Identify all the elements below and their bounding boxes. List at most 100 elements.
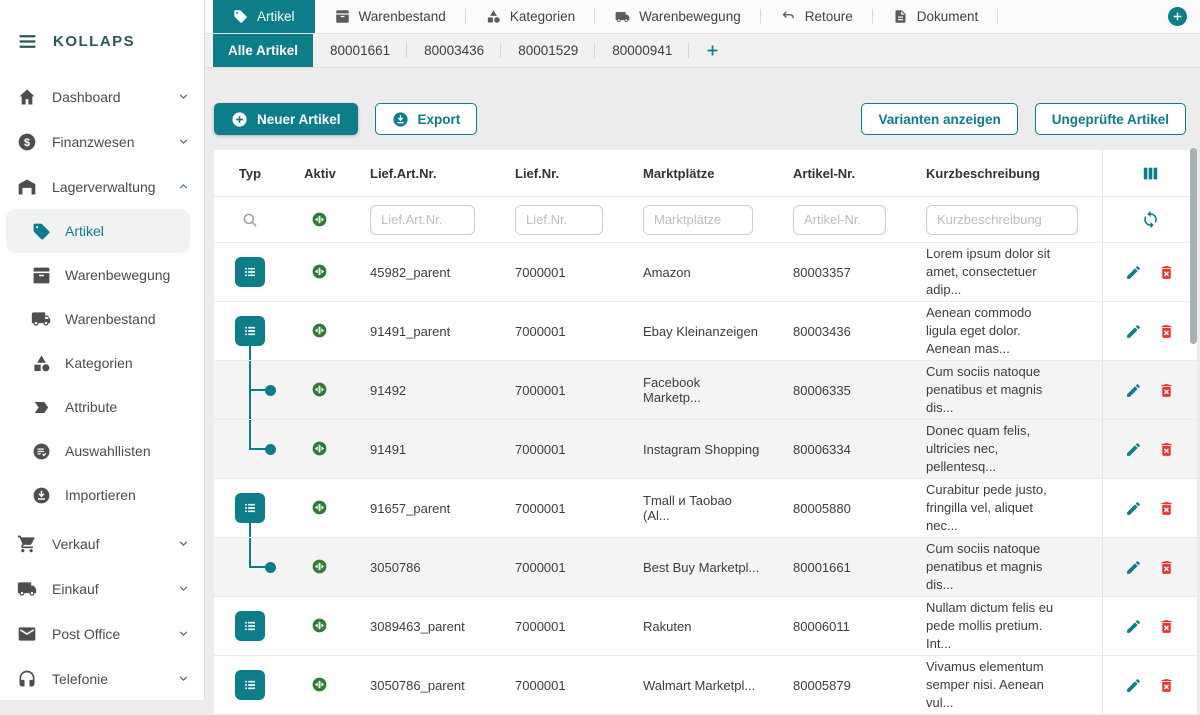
col-header-artikel-nr: Artikel-Nr. bbox=[777, 150, 910, 196]
edit-icon[interactable] bbox=[1125, 677, 1142, 694]
variant-list-icon[interactable] bbox=[235, 316, 265, 346]
variant-list-icon[interactable] bbox=[235, 493, 265, 523]
delete-icon[interactable] bbox=[1158, 559, 1175, 576]
cell-artikel-nr: 80006335 bbox=[777, 361, 910, 419]
edit-icon[interactable] bbox=[1125, 264, 1142, 281]
delete-icon[interactable] bbox=[1158, 382, 1175, 399]
filter-marktplaetze-input[interactable] bbox=[643, 205, 753, 235]
column-settings-icon[interactable] bbox=[1141, 164, 1160, 183]
sidebar-item-post-office[interactable]: Post Office bbox=[0, 611, 204, 656]
unchecked-articles-button[interactable]: Ungeprüfte Artikel bbox=[1035, 103, 1186, 135]
subtab-article-2[interactable]: 80003436 bbox=[407, 34, 501, 67]
filter-artikel-nr-input[interactable] bbox=[793, 205, 886, 235]
vertical-scrollbar-thumb[interactable] bbox=[1190, 148, 1197, 344]
sidebar-item-warenbestand[interactable]: Warenbewegung bbox=[0, 253, 204, 297]
cell-artikel-nr: 80003357 bbox=[777, 243, 910, 301]
module-tabbar: Artikel Warenbestand Kategorien Warenbew… bbox=[205, 0, 1200, 34]
table-row[interactable]: 3050786 7000001 Best Buy Marketpl... 800… bbox=[214, 538, 1197, 597]
sidebar-item-attribute[interactable]: Attribute bbox=[0, 385, 204, 429]
search-icon[interactable] bbox=[241, 211, 259, 229]
table-row[interactable]: 91492 7000001 Facebook Marketp... 800063… bbox=[214, 361, 1197, 420]
delete-icon[interactable] bbox=[1158, 441, 1175, 458]
warehouse-icon bbox=[17, 177, 37, 197]
cell-lief-nr: 7000001 bbox=[499, 597, 627, 655]
return-arrow-icon bbox=[781, 9, 796, 24]
delete-icon[interactable] bbox=[1158, 618, 1175, 635]
tab-kategorien[interactable]: Kategorien bbox=[466, 0, 595, 33]
category-shapes-icon bbox=[486, 9, 501, 24]
subtab-article-3[interactable]: 80001529 bbox=[501, 34, 595, 67]
cell-kurzbeschreibung: Cum sociis natoque penatibus et magnis d… bbox=[910, 538, 1102, 596]
sidebar-item-lagerverwaltung[interactable]: Lagerverwaltung bbox=[0, 164, 204, 209]
edit-icon[interactable] bbox=[1125, 500, 1142, 517]
tab-retoure[interactable]: Retoure bbox=[761, 0, 873, 33]
table-row[interactable]: 91491 7000001 Instagram Shopping 8000633… bbox=[214, 420, 1197, 479]
table-row[interactable]: 91657_parent 7000001 Tmall и Taobao (Al.… bbox=[214, 479, 1197, 538]
refresh-icon[interactable] bbox=[1141, 210, 1160, 229]
active-filter-icon[interactable] bbox=[312, 212, 328, 228]
new-article-button[interactable]: Neuer Artikel bbox=[214, 103, 358, 135]
cell-marktplatz: Ebay Kleinanzeigen bbox=[627, 302, 777, 360]
hamburger-menu-icon[interactable] bbox=[17, 31, 38, 52]
filter-kurzbeschreibung-input[interactable] bbox=[926, 205, 1078, 235]
sidebar-item-dashboard[interactable]: Dashboard bbox=[0, 74, 204, 119]
sidebar-item-importieren[interactable]: Importieren bbox=[0, 473, 204, 517]
sidebar-item-artikel[interactable]: Artikel bbox=[6, 209, 190, 253]
delivery-truck-icon bbox=[17, 579, 37, 599]
sidebar-item-einkauf[interactable]: Einkauf bbox=[0, 566, 204, 611]
cell-marktplatz: Walmart Marketpl... bbox=[627, 656, 777, 714]
cell-lief-art-nr: 3050786 bbox=[354, 538, 499, 596]
tab-warenbestand[interactable]: Warenbestand bbox=[315, 0, 466, 33]
col-header-kurzbeschreibung: Kurzbeschreibung bbox=[910, 150, 1102, 196]
cell-marktplatz: Tmall и Taobao (Al... bbox=[627, 479, 777, 537]
edit-icon[interactable] bbox=[1125, 441, 1142, 458]
edit-icon[interactable] bbox=[1125, 618, 1142, 635]
cell-lief-nr: 7000001 bbox=[499, 538, 627, 596]
delete-icon[interactable] bbox=[1158, 323, 1175, 340]
sidebar-item-telefonie[interactable]: Telefonie bbox=[0, 656, 204, 701]
inventory-box-icon bbox=[31, 265, 51, 285]
edit-icon[interactable] bbox=[1125, 382, 1142, 399]
variant-list-icon[interactable] bbox=[235, 611, 265, 641]
show-variants-button[interactable]: Varianten anzeigen bbox=[861, 103, 1017, 135]
cell-artikel-nr: 80006011 bbox=[777, 597, 910, 655]
truck-icon bbox=[31, 309, 51, 329]
add-subtab-button[interactable] bbox=[689, 34, 736, 67]
subtab-article-1[interactable]: 80001661 bbox=[313, 34, 407, 67]
sidebar-nav: Dashboard $ Finanzwesen Lagerverwaltung … bbox=[0, 74, 204, 701]
active-status-icon bbox=[312, 559, 328, 575]
table-row[interactable]: 45982_parent 7000001 Amazon 80003357 Lor… bbox=[214, 243, 1197, 302]
truck-icon bbox=[615, 9, 630, 24]
filter-lief-nr-input[interactable] bbox=[515, 205, 603, 235]
delete-icon[interactable] bbox=[1158, 500, 1175, 517]
plus-circle-icon bbox=[231, 111, 248, 128]
edit-icon[interactable] bbox=[1125, 323, 1142, 340]
add-tab-button[interactable] bbox=[1168, 7, 1187, 26]
subtab-alle-artikel[interactable]: Alle Artikel bbox=[213, 34, 313, 67]
edit-icon[interactable] bbox=[1125, 559, 1142, 576]
chevron-down-icon bbox=[177, 672, 190, 685]
subtab-article-4[interactable]: 80000941 bbox=[595, 34, 689, 67]
delete-icon[interactable] bbox=[1158, 677, 1175, 694]
export-button[interactable]: Export bbox=[375, 103, 478, 135]
variant-list-icon[interactable] bbox=[235, 670, 265, 700]
tab-warenbewegung[interactable]: Warenbewegung bbox=[595, 0, 761, 33]
sidebar-item-kategorien[interactable]: Kategorien bbox=[0, 341, 204, 385]
svg-text:$: $ bbox=[24, 136, 30, 148]
table-row[interactable]: 3050786_parent 7000001 Walmart Marketpl.… bbox=[214, 656, 1197, 715]
table-row[interactable]: 3089463_parent 7000001 Rakuten 80006011 … bbox=[214, 597, 1197, 656]
sidebar-item-finanzwesen[interactable]: $ Finanzwesen bbox=[0, 119, 204, 164]
cell-kurzbeschreibung: Vivamus elementum semper nisi. Aenean vu… bbox=[910, 656, 1102, 714]
tab-artikel[interactable]: Artikel bbox=[213, 0, 315, 33]
delete-icon[interactable] bbox=[1158, 264, 1175, 281]
table-row[interactable]: 91491_parent 7000001 Ebay Kleinanzeigen … bbox=[214, 302, 1197, 361]
filter-lief-art-nr-input[interactable] bbox=[370, 205, 475, 235]
active-status-icon bbox=[312, 441, 328, 457]
variant-list-icon[interactable] bbox=[235, 257, 265, 287]
sidebar-item-verkauf[interactable]: Verkauf bbox=[0, 521, 204, 566]
sidebar-item-auswahllisten[interactable]: Auswahllisten bbox=[0, 429, 204, 473]
sidebar-item-warenbewegung[interactable]: Warenbestand bbox=[0, 297, 204, 341]
tab-dokument[interactable]: Dokument bbox=[873, 0, 999, 33]
active-status-icon bbox=[312, 677, 328, 693]
tag-icon bbox=[31, 221, 51, 241]
